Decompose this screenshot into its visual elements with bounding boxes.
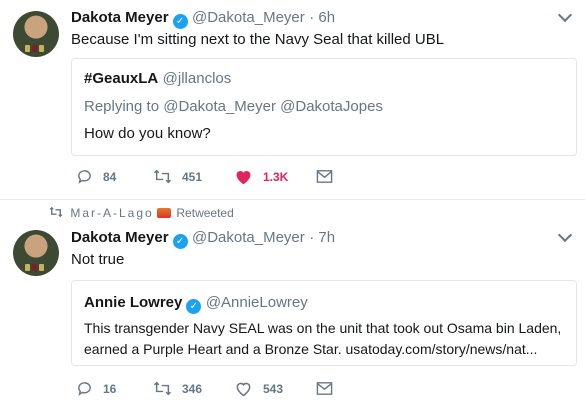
quoted-display-name: Annie Lowrey — [84, 294, 183, 311]
avatar[interactable] — [13, 11, 59, 57]
retweet-count: 451 — [182, 169, 203, 184]
verified-badge-icon: ✓ — [172, 234, 188, 249]
direct-message-button[interactable] — [316, 381, 333, 396]
quoted-handle: @AnnieLowrey — [205, 294, 308, 311]
chevron-down-icon[interactable] — [557, 227, 573, 243]
quoted-tweet[interactable]: Annie Lowrey ✓ @AnnieLowrey This transgen… — [71, 280, 577, 366]
tweet-header: Dakota Meyer ✓ @Dakota_Meyer · 7h — [71, 229, 336, 249]
display-name[interactable]: Dakota Meyer — [71, 9, 169, 26]
retweet-count: 346 — [182, 381, 203, 396]
handle[interactable]: @Dakota_Meyer — [192, 229, 305, 246]
reply-count: 16 — [103, 381, 117, 396]
tweet-header: Dakota Meyer ✓ @Dakota_Meyer · 6h — [71, 9, 336, 29]
heart-icon — [236, 382, 251, 397]
display-name[interactable]: Dakota Meyer — [71, 229, 169, 246]
timestamp[interactable]: 6h — [318, 9, 335, 26]
envelope-icon — [316, 382, 333, 395]
retweet-icon — [153, 381, 172, 396]
envelope-icon — [316, 170, 333, 183]
quoted-tweet-text: How do you know? — [84, 125, 211, 142]
handle[interactable]: @Dakota_Meyer — [192, 9, 305, 26]
avatar[interactable] — [13, 230, 59, 276]
like-count: 543 — [263, 381, 284, 396]
direct-message-button[interactable] — [316, 169, 333, 184]
retweet-button[interactable]: 346 — [153, 380, 202, 397]
retweet-button[interactable]: 451 — [153, 168, 202, 185]
quoted-tweet-text-line-2: earned a Purple Heart and a Bronze Star.… — [84, 341, 538, 357]
tweet-2[interactable]: Mar-A-Lago Retweeted Dakota Meyer ✓ @Dako… — [0, 200, 585, 402]
reply-icon — [78, 382, 91, 396]
chevron-down-icon[interactable] — [557, 7, 573, 23]
tweet-actions: 16 346 543 — [76, 380, 376, 400]
reply-button[interactable]: 84 — [76, 168, 116, 185]
like-button[interactable]: 543 — [234, 380, 283, 397]
retweet-icon — [153, 169, 172, 184]
timestamp[interactable]: 7h — [318, 229, 335, 246]
verified-badge-icon: ✓ — [186, 299, 202, 314]
tweet-text: Not true — [71, 251, 125, 268]
reply-icon — [78, 170, 91, 184]
heart-filled-icon — [236, 171, 251, 185]
fire-truck-icon — [157, 208, 172, 218]
reply-count: 84 — [103, 169, 117, 184]
tweet-text: Because I'm sitting next to the Navy Sea… — [71, 31, 445, 48]
quoted-tweet[interactable]: #GeauxLA @jllanclos Replying to @Dakota_… — [71, 58, 577, 156]
quoted-handle: @jllanclos — [162, 70, 232, 87]
quoted-tweet-header: Annie Lowrey ✓ @AnnieLowrey — [84, 294, 308, 314]
quoted-tweet-text-line-1: This transgender Navy SEAL was on the un… — [84, 320, 562, 336]
quoted-tweet-header: #GeauxLA @jllanclos — [84, 70, 231, 88]
retweeter-name[interactable]: Mar-A-Lago — [70, 206, 153, 220]
tweet-actions: 84 451 1.3K — [76, 168, 376, 188]
retweet-icon — [49, 206, 63, 218]
like-count: 1.3K — [263, 169, 289, 184]
reply-button[interactable]: 16 — [76, 380, 116, 397]
replying-to: Replying to @Dakota_Meyer @DakotaJopes — [84, 98, 383, 115]
like-button[interactable]: 1.3K — [234, 168, 288, 185]
retweeted-label: Retweeted — [176, 206, 234, 220]
verified-badge-icon: ✓ — [172, 14, 188, 29]
tweet-1[interactable]: Dakota Meyer ✓ @Dakota_Meyer · 6h Because… — [0, 0, 585, 200]
quoted-display-name: #GeauxLA — [84, 70, 159, 87]
retweet-context: Mar-A-Lago Retweeted — [49, 206, 234, 220]
